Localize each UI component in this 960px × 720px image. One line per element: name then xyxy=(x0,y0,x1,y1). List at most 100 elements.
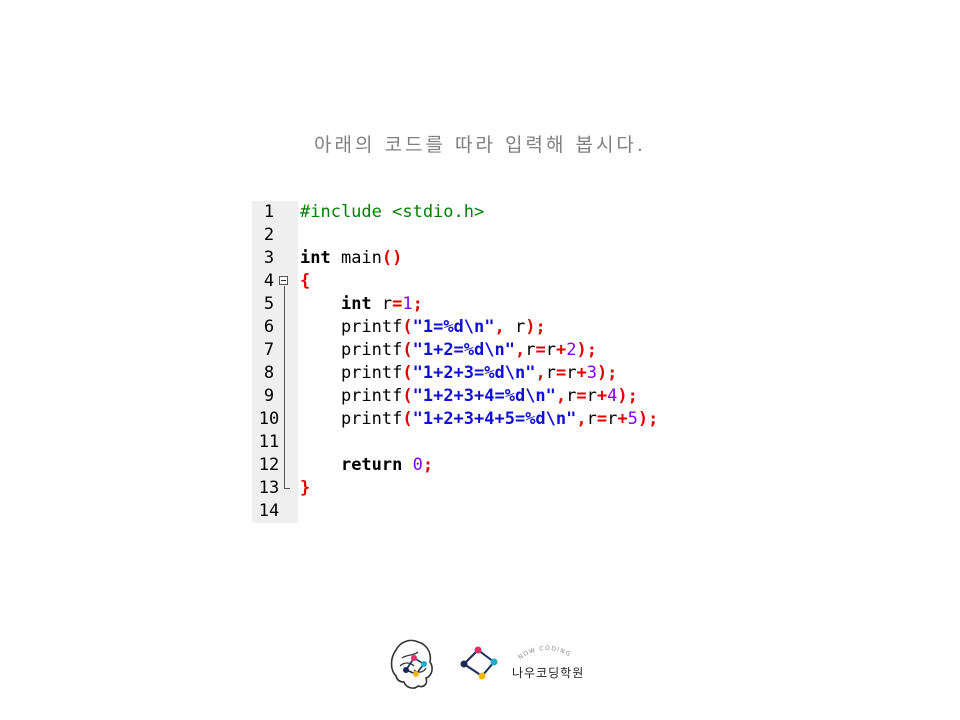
line-gutter: 4 xyxy=(252,270,298,293)
code-token: ); xyxy=(617,386,638,406)
code-token: 3 xyxy=(586,363,597,383)
code-token: int xyxy=(300,248,331,268)
code-token: = xyxy=(555,363,567,383)
code-token: = xyxy=(576,386,587,406)
code-token: printf xyxy=(300,409,403,429)
code-text: int main() xyxy=(300,247,402,270)
code-text: return 0; xyxy=(300,454,433,477)
code-line: 14 xyxy=(252,500,712,523)
fold-collapse-icon[interactable] xyxy=(279,276,288,285)
code-text: printf("1+2+3+4+5=%d\n",r=r+5); xyxy=(300,408,658,431)
line-gutter: 10 xyxy=(252,408,298,431)
code-text: printf("1=%d\n", r); xyxy=(300,316,546,339)
code-line: 12 return 0; xyxy=(252,454,712,477)
code-token: ); xyxy=(637,409,659,429)
code-token: ( xyxy=(402,317,413,337)
line-number: 3 xyxy=(263,248,275,268)
code-token: "1+2=%d\n" xyxy=(412,340,515,360)
instruction-text: 아래의 코드를 따라 입력해 봅시다. xyxy=(314,134,646,156)
fold-guide-line xyxy=(284,385,285,408)
line-number: 10 xyxy=(258,409,280,429)
code-token: printf xyxy=(300,363,403,383)
code-token: r xyxy=(566,363,577,383)
code-token: + xyxy=(596,386,608,406)
code-token: } xyxy=(300,478,311,498)
line-number: 12 xyxy=(258,455,280,475)
code-token: ); xyxy=(596,363,618,383)
brand-name: 나우코딩학원 xyxy=(512,666,585,680)
code-line: 6 printf("1=%d\n", r); xyxy=(252,316,712,339)
code-token: , xyxy=(494,317,505,337)
fold-guide-line xyxy=(284,454,285,477)
code-token: + xyxy=(576,363,587,383)
now-coding-diamond-icon xyxy=(460,646,498,680)
code-token: ( xyxy=(402,340,413,360)
code-token: printf xyxy=(300,340,403,360)
code-token: ); xyxy=(525,317,546,337)
fold-guide-line xyxy=(284,408,285,431)
line-number: 2 xyxy=(263,225,275,245)
line-number: 14 xyxy=(258,501,280,521)
code-token: , xyxy=(514,340,526,360)
code-token: 1 xyxy=(402,294,413,314)
line-gutter: 14 xyxy=(252,500,298,523)
code-token: 5 xyxy=(627,409,638,429)
code-token: = xyxy=(596,409,608,429)
code-token: r xyxy=(504,317,526,337)
brand-arc-text: NOW CODING xyxy=(517,645,572,661)
line-gutter: 8 xyxy=(252,362,298,385)
line-gutter: 11 xyxy=(252,431,298,454)
line-gutter: 12 xyxy=(252,454,298,477)
code-token: ; xyxy=(422,455,434,475)
code-text: } xyxy=(300,477,310,500)
code-token: ( xyxy=(402,386,413,406)
code-token: 0 xyxy=(412,455,423,475)
code-token: "1+2+3+4+5=%d\n" xyxy=(412,409,577,429)
line-gutter: 7 xyxy=(252,339,298,362)
footer-logos: NOW CODING 나우코딩학원 xyxy=(388,636,608,692)
fold-guide-line xyxy=(284,286,285,293)
line-gutter: 13 xyxy=(252,477,298,500)
brain-logo-icon xyxy=(390,639,433,689)
code-token: ); xyxy=(576,340,597,360)
code-token: 2 xyxy=(566,340,577,360)
fold-guide-line xyxy=(284,339,285,362)
line-number: 13 xyxy=(258,478,280,498)
code-token: r xyxy=(545,363,556,383)
line-gutter: 9 xyxy=(252,385,298,408)
code-editor: 1 #include <stdio.h> 2 3 int main() 4{5 int r… xyxy=(252,201,712,523)
code-token: ( xyxy=(402,363,413,383)
line-number: 1 xyxy=(263,202,275,222)
line-number: 6 xyxy=(263,317,275,337)
line-number: 5 xyxy=(263,294,275,314)
code-token: r xyxy=(586,386,597,406)
code-text: printf("1+2+3=%d\n",r=r+3); xyxy=(300,362,617,385)
code-token: 4 xyxy=(607,386,618,406)
line-gutter: 1 xyxy=(252,201,298,224)
code-line: 13} xyxy=(252,477,712,500)
code-token: r xyxy=(545,340,556,360)
code-token: ( xyxy=(402,409,413,429)
line-number: 9 xyxy=(263,386,275,406)
code-token: { xyxy=(300,271,311,291)
svg-text:NOW CODING: NOW CODING xyxy=(517,645,572,661)
code-token: ; xyxy=(412,294,423,314)
code-token: "1+2+3=%d\n" xyxy=(412,363,536,383)
fold-end-marker xyxy=(284,488,290,489)
line-gutter: 2 xyxy=(252,224,298,247)
fold-guide-line xyxy=(284,362,285,385)
code-token: printf xyxy=(300,386,403,406)
code-token: = xyxy=(392,294,403,314)
code-token: () xyxy=(381,248,403,268)
code-token: main xyxy=(330,248,382,268)
code-token: + xyxy=(617,409,628,429)
code-line: 8 printf("1+2+3=%d\n",r=r+3); xyxy=(252,362,712,385)
code-line: 10 printf("1+2+3+4+5=%d\n",r=r+5); xyxy=(252,408,712,431)
code-line: 11 xyxy=(252,431,712,454)
code-token: = xyxy=(535,340,546,360)
line-number: 8 xyxy=(263,363,275,383)
fold-guide-line xyxy=(284,431,285,454)
